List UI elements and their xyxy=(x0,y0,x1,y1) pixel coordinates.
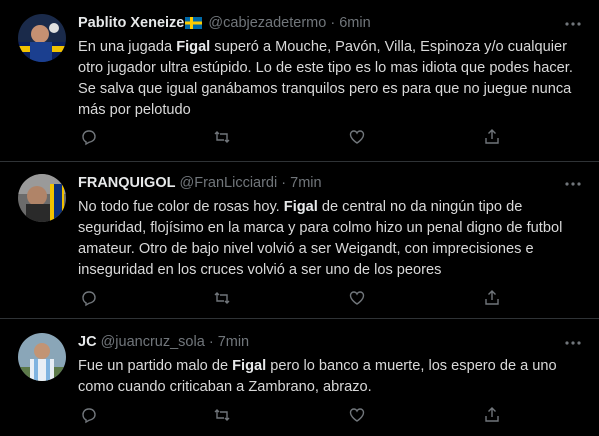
tweet[interactable]: JC @juancruz_sola · 7min Fue un partido … xyxy=(0,319,599,436)
author-name[interactable]: JC xyxy=(78,334,97,350)
like-icon[interactable] xyxy=(348,406,366,424)
tweet-text-segment: Fue un partido malo de xyxy=(78,358,233,374)
sweden-flag-icon xyxy=(185,15,203,35)
author-handle[interactable]: @cabjezadetermo xyxy=(208,15,326,31)
reply-icon[interactable] xyxy=(80,128,98,146)
avatar[interactable] xyxy=(18,174,66,222)
author-handle[interactable]: @juancruz_sola xyxy=(101,334,205,350)
tweet-actions xyxy=(78,128,518,148)
highlighted-term: Figal xyxy=(232,358,267,374)
avatar[interactable] xyxy=(18,14,66,62)
retweet-icon[interactable] xyxy=(213,289,231,307)
tweet-time[interactable]: 6min xyxy=(339,15,370,31)
reply-icon[interactable] xyxy=(80,406,98,424)
reply-icon[interactable] xyxy=(80,289,98,307)
separator: · xyxy=(330,15,336,31)
tweet-time[interactable]: 7min xyxy=(218,334,249,350)
highlighted-term: Figal xyxy=(176,39,211,55)
tweet-text-segment: No todo fue color de rosas hoy. xyxy=(78,199,284,215)
like-icon[interactable] xyxy=(348,289,366,307)
author-handle[interactable]: @FranLicciardi xyxy=(180,175,278,191)
more-icon[interactable] xyxy=(563,333,583,353)
tweet-text-segment: En una jugada xyxy=(78,39,177,55)
retweet-icon[interactable] xyxy=(213,406,231,424)
highlighted-term: Figal xyxy=(283,199,318,215)
more-icon[interactable] xyxy=(563,174,583,194)
tweet-actions xyxy=(78,289,518,309)
avatar[interactable] xyxy=(18,333,66,381)
tweet-text: En una jugada Figal superó a Mouche, Pav… xyxy=(78,37,581,121)
retweet-icon[interactable] xyxy=(213,128,231,146)
more-icon[interactable] xyxy=(563,14,583,34)
share-icon[interactable] xyxy=(483,289,501,307)
tweet-text: Fue un partido malo de Figal pero lo ban… xyxy=(78,356,581,398)
tweet-header: Pablito Xeneize @cabjezadetermo · 6min xyxy=(78,13,589,33)
tweet-feed: Pablito Xeneize @cabjezadetermo · 6min E… xyxy=(0,0,599,436)
tweet-time[interactable]: 7min xyxy=(290,175,321,191)
share-icon[interactable] xyxy=(483,406,501,424)
tweet-text: No todo fue color de rosas hoy. Figal de… xyxy=(78,197,581,281)
tweet-actions xyxy=(78,406,518,426)
share-icon[interactable] xyxy=(483,128,501,146)
tweet-header: FRANQUIGOL @FranLicciardi · 7min xyxy=(78,173,589,193)
tweet[interactable]: FRANQUIGOL @FranLicciardi · 7min No todo… xyxy=(0,162,599,319)
separator: · xyxy=(208,334,214,350)
author-name[interactable]: FRANQUIGOL xyxy=(78,175,175,191)
tweet[interactable]: Pablito Xeneize @cabjezadetermo · 6min E… xyxy=(0,0,599,162)
tweet-header: JC @juancruz_sola · 7min xyxy=(78,332,589,352)
separator: · xyxy=(281,175,287,191)
like-icon[interactable] xyxy=(348,128,366,146)
author-name[interactable]: Pablito Xeneize xyxy=(78,15,184,31)
